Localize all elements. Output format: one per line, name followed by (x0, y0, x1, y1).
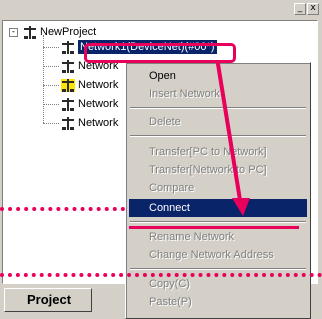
annotation-arrow (216, 62, 250, 216)
